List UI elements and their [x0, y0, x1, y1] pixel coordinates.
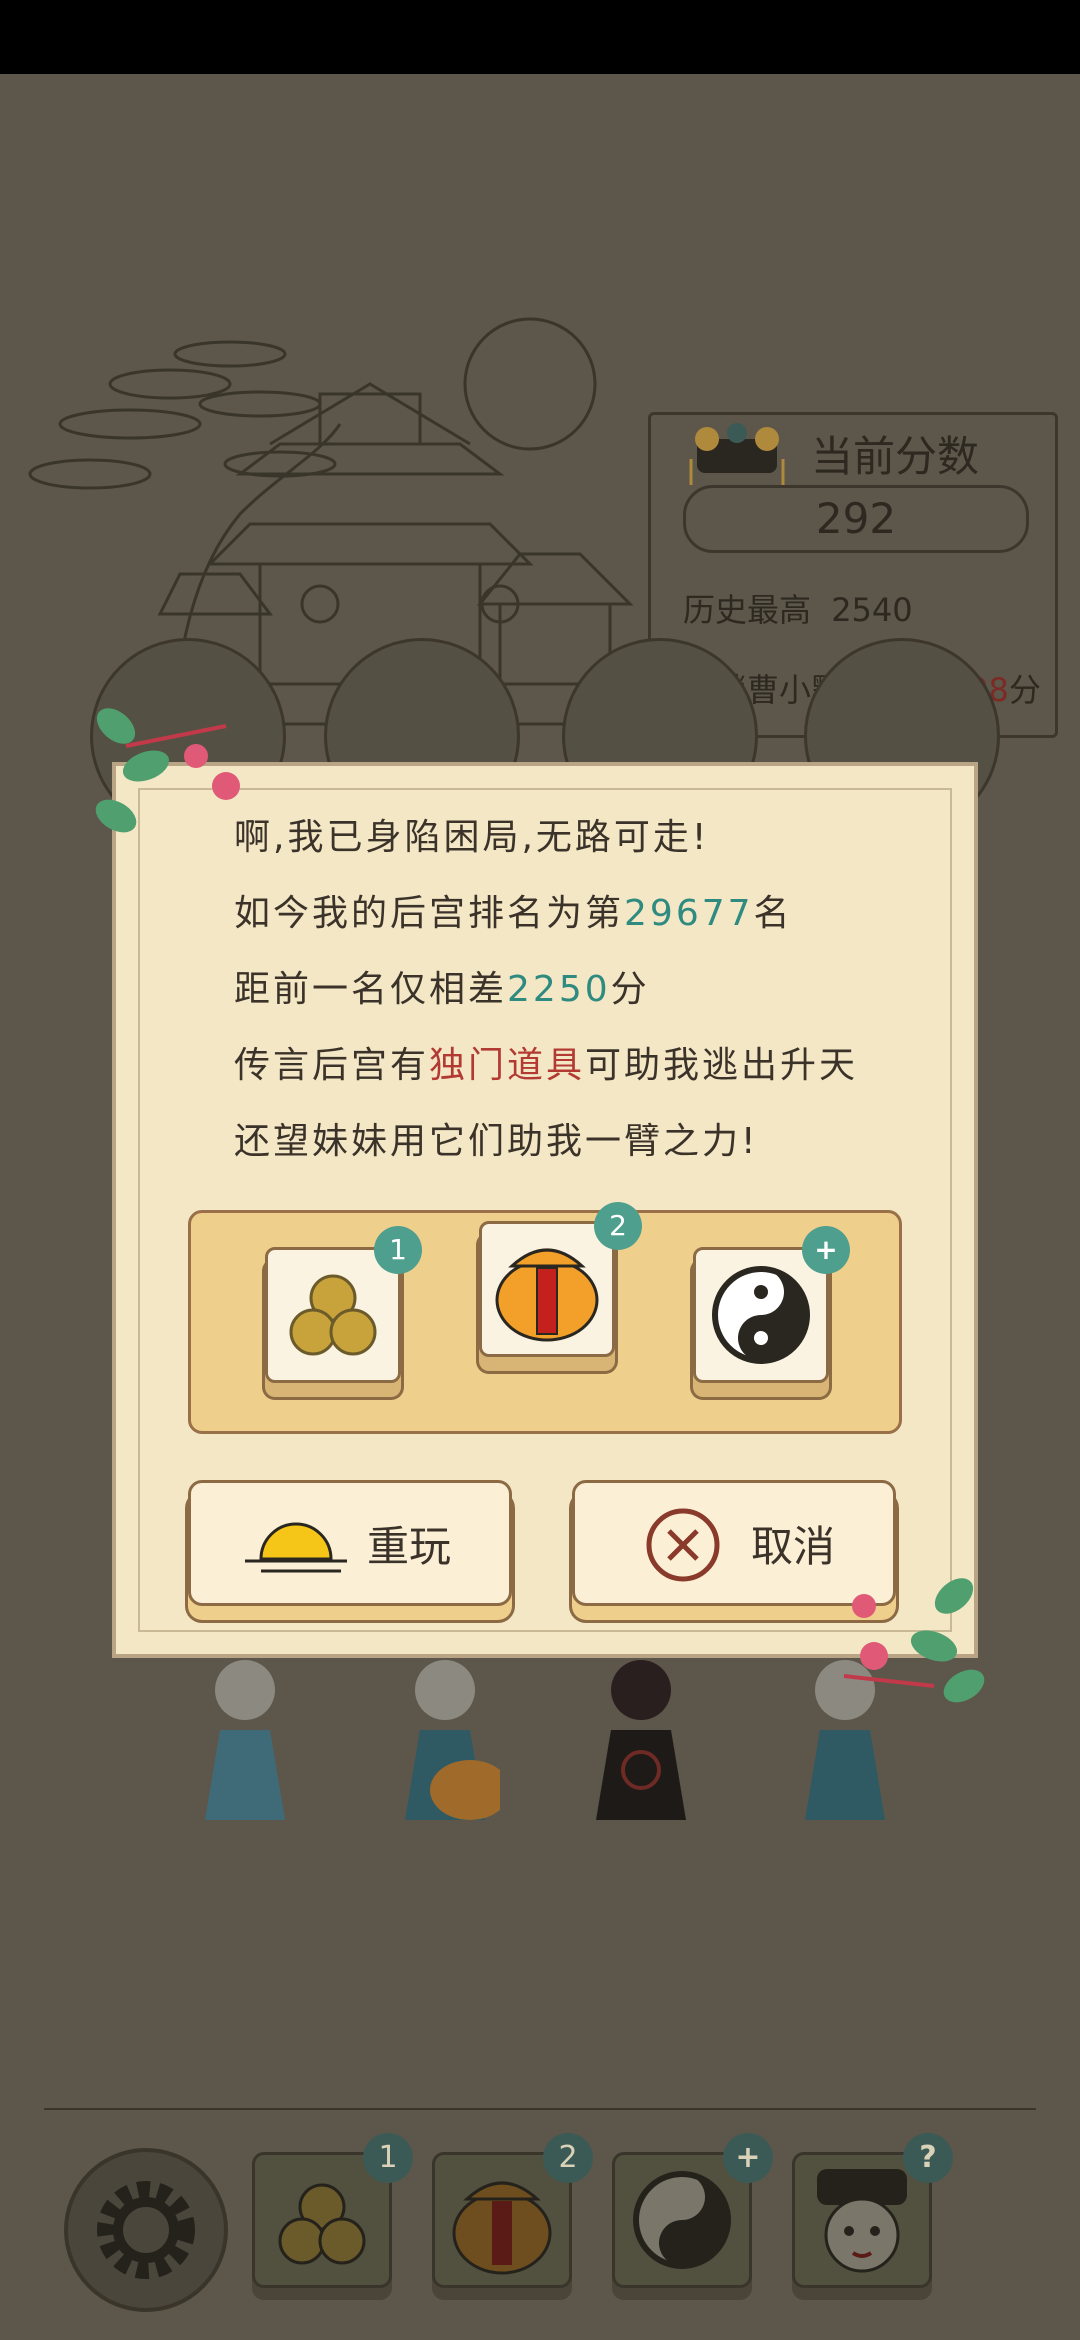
toolbar-item-gold-coins[interactable]: 1	[252, 2133, 413, 2288]
gold-coins-icon	[289, 1274, 377, 1356]
flower-branch-icon	[843, 1578, 985, 1703]
cancel-label: 取消	[751, 1522, 836, 1571]
replay-button[interactable]: 重玩	[188, 1480, 512, 1606]
toolbar-divider	[44, 2108, 1036, 2110]
rank-prefix: 如今我的后宫排名为第	[234, 893, 625, 934]
character-1[interactable]	[190, 1650, 300, 1820]
toolbar-count-badge: 1	[363, 2133, 413, 2183]
item-gold-coins[interactable]: 1	[265, 1226, 422, 1383]
stuck-dialog: 啊,我已身陷困局,无路可走! 如今我的后宫排名为第29677名 距前一名仅相差2…	[95, 708, 985, 1703]
item-count-badge: 2	[594, 1202, 642, 1250]
sunrise-icon	[245, 1522, 347, 1573]
current-score-value: 292	[683, 485, 1029, 553]
yin-yang-icon	[712, 1266, 810, 1364]
toolbar-item-empress[interactable]: ?	[792, 2133, 953, 2288]
status-bar	[0, 0, 1080, 74]
cancel-x-icon	[646, 1508, 720, 1582]
gap-suffix: 分	[610, 969, 650, 1010]
toolbar-count-badge: 2	[543, 2133, 593, 2183]
item-add-badge[interactable]: +	[802, 1226, 850, 1274]
character-2[interactable]	[390, 1650, 500, 1820]
gap-value: 2250	[507, 969, 611, 1010]
orange-jar-icon	[495, 1248, 599, 1342]
toolbar-item-orange-jar[interactable]: 2	[432, 2133, 593, 2288]
item-yin-yang[interactable]: +	[693, 1226, 850, 1383]
dialog-line-4: 传言后宫有独门道具可助我逃出升天	[234, 1036, 858, 1088]
character-3[interactable]	[586, 1650, 696, 1820]
props-suffix: 可助我逃出升天	[585, 1045, 859, 1086]
flower-branch-icon	[95, 708, 240, 833]
best-score: 历史最高 2540	[683, 585, 913, 631]
gear-icon	[97, 2181, 195, 2279]
item-tray: 1 2 +	[188, 1202, 902, 1434]
rank-value: 29677	[624, 893, 754, 934]
toolbar-add-badge[interactable]: +	[723, 2133, 773, 2183]
toolbar-item-yin-yang[interactable]: +	[612, 2133, 773, 2288]
dialog-line-3: 距前一名仅相差2250分	[234, 960, 650, 1012]
rank-suffix: 名	[753, 893, 793, 934]
gap-prefix: 距前一名仅相差	[234, 969, 508, 1010]
best-score-value: 2540	[831, 591, 913, 629]
props-prefix: 传言后宫有	[234, 1045, 430, 1086]
dialog-line-1: 啊,我已身陷困局,无路可走!	[234, 817, 710, 858]
replay-label: 重玩	[367, 1522, 452, 1571]
item-count-badge: 1	[374, 1226, 422, 1274]
settings-button[interactable]	[64, 2148, 228, 2312]
unlock-suffix: 分	[1008, 671, 1041, 709]
toolbar-help-badge[interactable]: ?	[903, 2133, 953, 2183]
dialog-line-2: 如今我的后宫排名为第29677名	[234, 884, 793, 936]
best-score-label: 历史最高	[683, 591, 812, 629]
empress-headdress-icon	[689, 423, 785, 485]
item-orange-jar[interactable]: 2	[479, 1202, 642, 1357]
dialog-line-5: 还望妹妹用它们助我一臂之力!	[234, 1121, 759, 1162]
props-highlight: 独门道具	[429, 1045, 586, 1086]
current-score-title: 当前分数	[811, 432, 980, 481]
